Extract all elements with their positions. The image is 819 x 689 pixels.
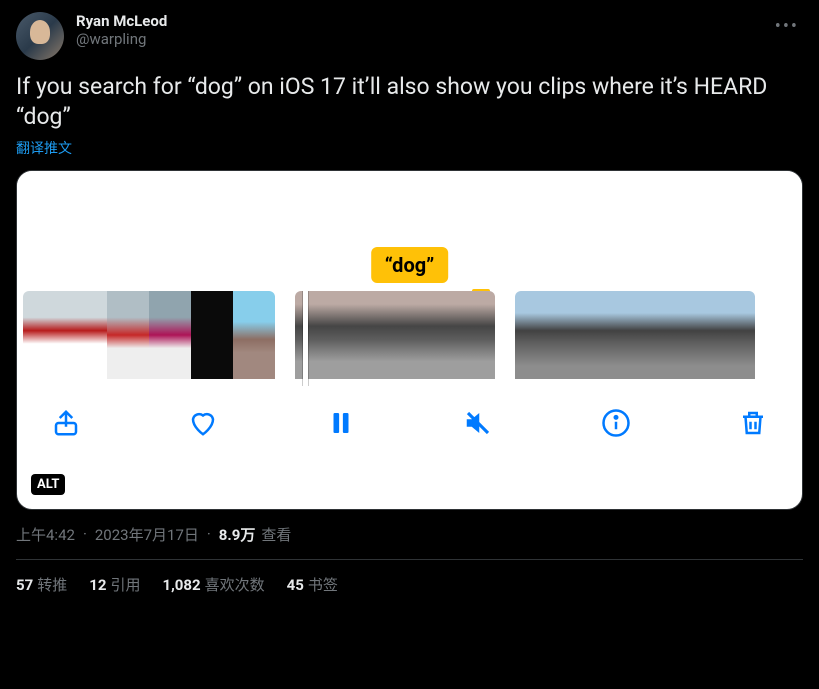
clip-frame bbox=[555, 291, 595, 379]
more-icon[interactable]: ••• bbox=[771, 12, 803, 41]
user-handle: @warpling bbox=[76, 30, 759, 48]
user-block[interactable]: Ryan McLeod @warpling bbox=[76, 12, 759, 48]
stat-label: 转推 bbox=[37, 576, 67, 594]
search-term-badge: “dog” bbox=[371, 247, 449, 283]
media-top-area: “dog” bbox=[17, 171, 802, 291]
separator bbox=[79, 525, 91, 543]
stat-retweets[interactable]: 57转推 bbox=[16, 574, 67, 595]
video-timeline[interactable] bbox=[17, 291, 802, 386]
clip-group[interactable] bbox=[515, 291, 755, 386]
display-name: Ryan McLeod bbox=[76, 12, 759, 30]
clip-frame bbox=[23, 291, 65, 379]
clip-frame bbox=[445, 291, 495, 379]
translate-link[interactable]: 翻译推文 bbox=[16, 138, 72, 158]
stat-likes[interactable]: 1,082 喜欢次数 bbox=[162, 574, 264, 595]
clip-frame bbox=[715, 291, 755, 379]
clip-frame bbox=[191, 291, 233, 379]
clip-frame bbox=[107, 291, 149, 379]
clip-group[interactable] bbox=[295, 291, 495, 386]
pause-icon[interactable] bbox=[326, 408, 356, 438]
trash-icon[interactable] bbox=[738, 408, 768, 438]
tweet-header: Ryan McLeod @warpling ••• bbox=[16, 12, 803, 60]
tweet-date[interactable]: 2023年7月17日 bbox=[95, 524, 199, 545]
stat-quotes[interactable]: 12引用 bbox=[89, 574, 140, 595]
stat-count: 1,082 bbox=[162, 576, 200, 594]
clip-frame bbox=[675, 291, 715, 379]
tweet-container: Ryan McLeod @warpling ••• If you search … bbox=[0, 0, 819, 621]
avatar[interactable] bbox=[16, 12, 64, 60]
clip-frame bbox=[345, 291, 395, 379]
views-count: 8.9万 bbox=[219, 524, 256, 545]
separator bbox=[203, 525, 215, 543]
tweet-meta: 上午4:42 2023年7月17日 8.9万 查看 bbox=[16, 524, 803, 560]
tweet-stats: 57转推 12引用 1,082 喜欢次数 45书签 bbox=[16, 560, 803, 609]
playhead[interactable] bbox=[303, 291, 308, 386]
views-label: 查看 bbox=[261, 524, 291, 545]
alt-badge[interactable]: ALT bbox=[31, 474, 65, 495]
stat-label: 引用 bbox=[110, 576, 140, 594]
clip-frame bbox=[65, 291, 107, 379]
clip-frame bbox=[233, 291, 275, 379]
info-icon[interactable] bbox=[601, 408, 631, 438]
stat-bookmarks[interactable]: 45书签 bbox=[287, 574, 338, 595]
clip-frame bbox=[635, 291, 675, 379]
clip-frame bbox=[515, 291, 555, 379]
stat-label: 书签 bbox=[308, 576, 338, 594]
clip-group[interactable] bbox=[23, 291, 275, 386]
media-toolbar bbox=[17, 386, 802, 464]
stat-label: 喜欢次数 bbox=[205, 576, 265, 594]
heart-icon[interactable] bbox=[188, 408, 218, 438]
clip-frame bbox=[149, 291, 191, 379]
clip-frame bbox=[395, 291, 445, 379]
mute-icon[interactable] bbox=[463, 408, 493, 438]
share-icon[interactable] bbox=[51, 408, 81, 438]
stat-count: 45 bbox=[287, 576, 304, 594]
clip-frame bbox=[595, 291, 635, 379]
stat-count: 12 bbox=[89, 576, 106, 594]
tweet-text: If you search for “dog” on iOS 17 it’ll … bbox=[16, 72, 803, 132]
media-card[interactable]: “dog” bbox=[16, 170, 803, 510]
tweet-time[interactable]: 上午4:42 bbox=[16, 524, 75, 545]
stat-count: 57 bbox=[16, 576, 33, 594]
